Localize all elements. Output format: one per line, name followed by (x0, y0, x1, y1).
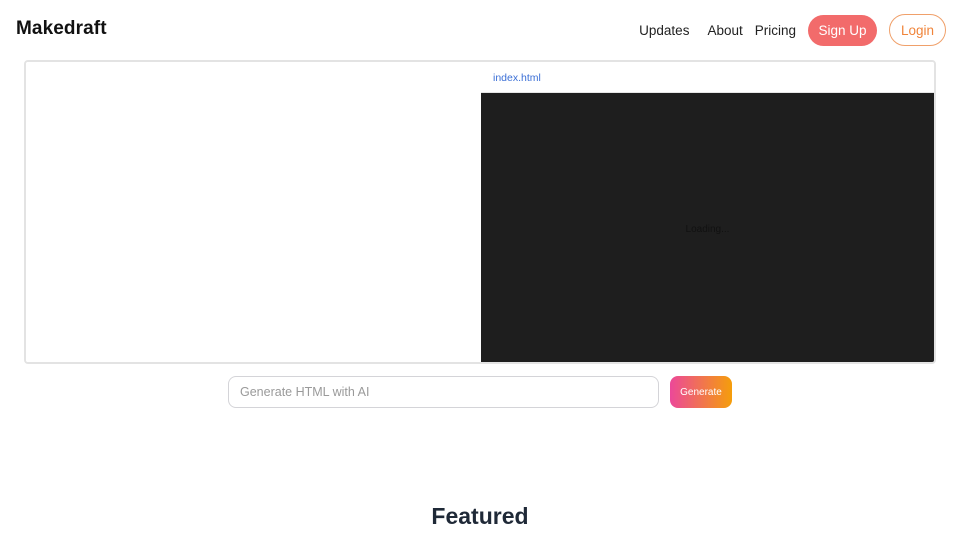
file-tab-index-html[interactable]: index.html (493, 72, 541, 84)
editor-panel: index.html Loading... (24, 60, 936, 364)
preview-frame: Loading... (481, 93, 934, 362)
code-editor-pane[interactable] (26, 62, 481, 362)
featured-heading: Featured (431, 503, 529, 529)
file-tab-bar: index.html (481, 62, 934, 93)
nav-link-updates[interactable]: Updates (639, 23, 689, 38)
generate-button[interactable]: Generate (670, 376, 732, 408)
top-header: Makedraft Updates About Pricing Sign Up … (0, 0, 960, 60)
logo[interactable]: Makedraft (16, 18, 107, 40)
sign-up-button[interactable]: Sign Up (808, 14, 877, 46)
generate-html-input[interactable] (228, 376, 659, 408)
nav-link-pricing[interactable]: Pricing (755, 23, 796, 38)
preview-pane: index.html Loading... (481, 62, 934, 362)
main-nav: Updates About Pricing Sign Up Login (639, 14, 946, 46)
nav-link-about[interactable]: About (707, 23, 742, 38)
loading-text: Loading... (685, 224, 730, 235)
login-button[interactable]: Login (889, 14, 946, 46)
